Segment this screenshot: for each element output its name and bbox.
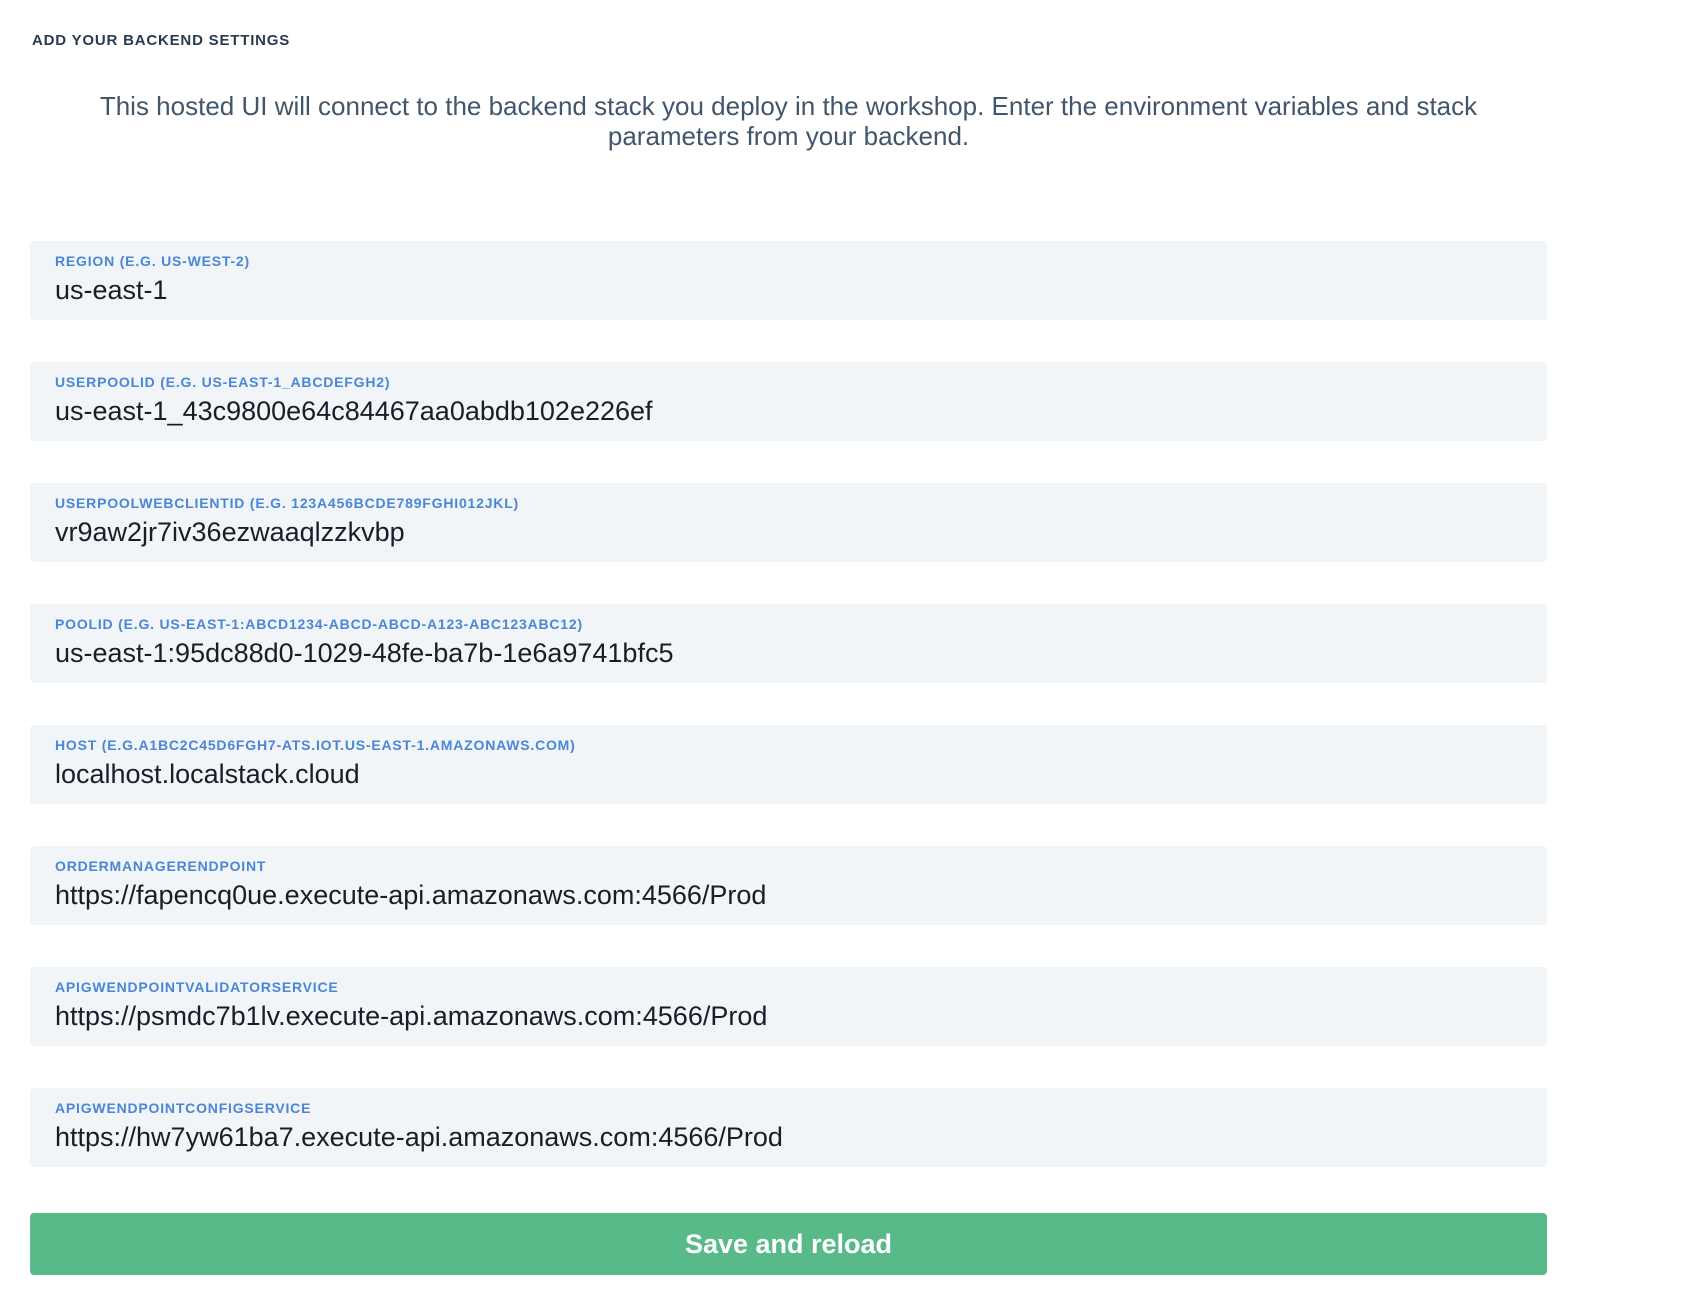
field-apigwendpointconfigservice-label: APIGWENDPOINTCONFIGSERVICE [55, 1100, 1522, 1117]
userpoolwebclientid-input[interactable] [55, 515, 1522, 549]
backend-settings-page: ADD YOUR BACKEND SETTINGS This hosted UI… [0, 0, 1698, 1275]
field-apigwendpointvalidatorservice: APIGWENDPOINTVALIDATORSERVICE [30, 967, 1547, 1046]
field-userpoolid-label: USERPOOLID (E.G. US-EAST-1_ABCDEFGH2) [55, 374, 1522, 391]
form-actions: Save and reload [30, 1213, 1547, 1275]
field-userpoolid: USERPOOLID (E.G. US-EAST-1_ABCDEFGH2) [30, 362, 1547, 441]
field-poolid-label: POOLID (E.G. US-EAST-1:ABCD1234-ABCD-ABC… [55, 616, 1522, 633]
userpoolid-input[interactable] [55, 394, 1522, 428]
field-ordermanagerendpoint: ORDERMANAGERENDPOINT [30, 846, 1547, 925]
field-region: REGION (E.G. US-WEST-2) [30, 241, 1547, 320]
apigwendpointvalidatorservice-input[interactable] [55, 999, 1522, 1033]
poolid-input[interactable] [55, 636, 1522, 670]
field-apigwendpointconfigservice: APIGWENDPOINTCONFIGSERVICE [30, 1088, 1547, 1167]
field-userpoolwebclientid: USERPOOLWEBCLIENTID (E.G. 123A456BCDE789… [30, 483, 1547, 562]
field-apigwendpointvalidatorservice-label: APIGWENDPOINTVALIDATORSERVICE [55, 979, 1522, 996]
apigwendpointconfigservice-input[interactable] [55, 1120, 1522, 1154]
field-userpoolwebclientid-label: USERPOOLWEBCLIENTID (E.G. 123A456BCDE789… [55, 495, 1522, 512]
field-host: HOST (E.G.A1BC2C45D6FGH7-ATS.IOT.US-EAST… [30, 725, 1547, 804]
save-and-reload-button[interactable]: Save and reload [30, 1213, 1547, 1275]
page-title: ADD YOUR BACKEND SETTINGS [32, 32, 1547, 49]
field-ordermanagerendpoint-label: ORDERMANAGERENDPOINT [55, 858, 1522, 875]
host-input[interactable] [55, 757, 1522, 791]
field-poolid: POOLID (E.G. US-EAST-1:ABCD1234-ABCD-ABC… [30, 604, 1547, 683]
field-region-label: REGION (E.G. US-WEST-2) [55, 253, 1522, 270]
region-input[interactable] [55, 273, 1522, 307]
intro-text: This hosted UI will connect to the backe… [39, 91, 1539, 151]
field-host-label: HOST (E.G.A1BC2C45D6FGH7-ATS.IOT.US-EAST… [55, 737, 1522, 754]
ordermanagerendpoint-input[interactable] [55, 878, 1522, 912]
settings-form: REGION (E.G. US-WEST-2) USERPOOLID (E.G.… [30, 241, 1547, 1167]
